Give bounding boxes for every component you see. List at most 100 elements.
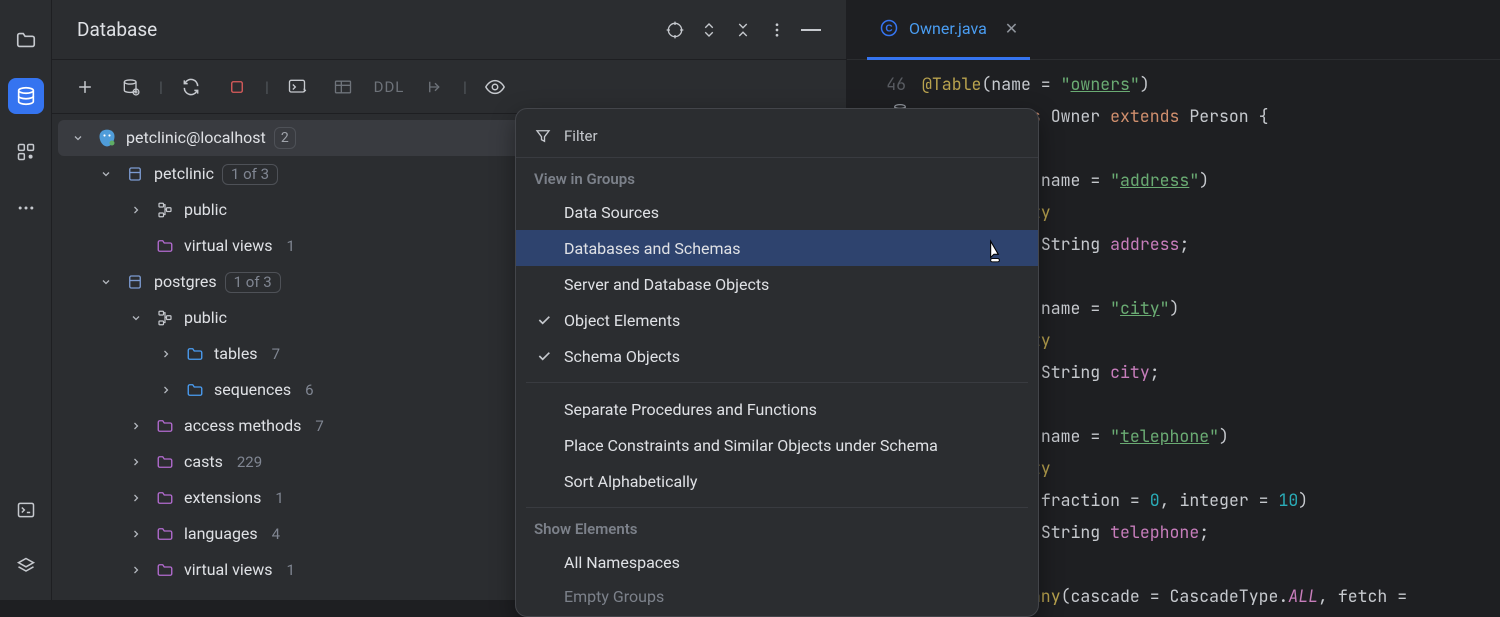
check-icon [534, 348, 554, 364]
popup-item-label: Separate Procedures and Functions [564, 400, 817, 419]
tree-badge: 2 [274, 127, 296, 149]
chevron-right-icon [126, 420, 146, 432]
tree-count: 7 [315, 419, 323, 434]
tree-label: languages [184, 526, 258, 542]
options-icon[interactable] [760, 13, 794, 47]
tree-count: 1 of 3 [222, 164, 278, 185]
database-rail-button[interactable] [8, 78, 44, 114]
editor-tab[interactable]: C Owner.java ✕ [867, 0, 1030, 60]
tree-label: virtual views [184, 562, 272, 578]
tree-label: tables [214, 346, 258, 362]
popup-item-label: Server and Database Objects [564, 275, 769, 294]
expand-collapse-icon[interactable] [692, 13, 726, 47]
folder-icon [184, 381, 206, 399]
popup-item-label: Schema Objects [564, 347, 680, 366]
tree-label: petclinic@localhost [126, 130, 266, 146]
popup-item-all-ns[interactable]: All Namespaces [516, 544, 1038, 580]
popup-item-db-schemas[interactable]: Databases and Schemas [516, 230, 1038, 266]
class-icon: C [879, 18, 899, 38]
popup-item-data-sources[interactable]: Data Sources [516, 194, 1038, 230]
popup-item-server-db[interactable]: Server and Database Objects [516, 266, 1038, 302]
tree-label: public [184, 310, 227, 326]
tree-count: 229 [237, 455, 262, 470]
chevron-right-icon [126, 204, 146, 216]
popup-section-title: View in Groups [516, 158, 1038, 194]
line-number: 46 [847, 68, 906, 100]
tree-label: petclinic [154, 166, 214, 182]
chevron-right-icon [126, 492, 146, 504]
tree-label: access methods [184, 418, 301, 434]
chevron-down-icon [96, 168, 116, 180]
tree-count: 7 [272, 347, 280, 362]
tree-count: 1 [275, 491, 283, 506]
popup-item-label: Empty Groups [564, 587, 664, 606]
collapse-icon[interactable] [726, 13, 760, 47]
more-rail-button[interactable] [8, 190, 44, 226]
view-options-icon[interactable] [472, 67, 518, 107]
datasource-properties-icon[interactable] [108, 67, 154, 107]
navigate-icon[interactable] [412, 67, 458, 107]
popup-item-schema-objects[interactable]: Schema Objects [516, 338, 1038, 374]
svg-text:C: C [885, 23, 892, 34]
popup-item-sep-proc[interactable]: Separate Procedures and Functions [516, 391, 1038, 427]
editor-tab-bar: C Owner.java ✕ [847, 0, 1500, 60]
tab-filename: Owner.java [909, 19, 987, 38]
folder-icon [154, 489, 176, 507]
chevron-down-icon [96, 276, 116, 288]
folder-icon [184, 345, 206, 363]
popup-filter-label: Filter [564, 127, 598, 145]
terminal-rail-button[interactable] [8, 492, 44, 528]
cursor-icon [982, 238, 1008, 264]
database-icon [124, 273, 146, 291]
tree-count: 6 [305, 383, 313, 398]
database-toolbar: | | DDL | [52, 60, 846, 114]
stop-icon[interactable] [214, 67, 260, 107]
target-icon[interactable] [658, 13, 692, 47]
tree-count: 1 of 3 [225, 272, 281, 293]
database-tool-window: Database | | DDL | petclinic@localhost 2 [52, 0, 847, 600]
tree-label: public [184, 202, 227, 218]
jump-to-console-icon[interactable] [274, 67, 320, 107]
refresh-icon[interactable] [168, 67, 214, 107]
folder-icon [154, 453, 176, 471]
tree-count: 4 [272, 527, 280, 542]
project-rail-button[interactable] [8, 22, 44, 58]
folder-icon [154, 561, 176, 579]
minimize-icon[interactable] [794, 13, 828, 47]
services-rail-button[interactable] [8, 548, 44, 584]
view-options-popup: Filter View in Groups Data Sources Datab… [515, 108, 1039, 617]
popup-item-place-constraints[interactable]: Place Constraints and Similar Objects un… [516, 427, 1038, 463]
tree-label: virtual views [184, 238, 272, 254]
close-icon[interactable]: ✕ [1005, 19, 1018, 38]
popup-filter[interactable]: Filter [516, 117, 1038, 158]
tree-label: casts [184, 454, 223, 470]
chevron-right-icon [156, 348, 176, 360]
schema-icon [154, 309, 176, 327]
toolbar-separator: | [154, 67, 168, 107]
toolbar-separator: | [260, 67, 274, 107]
postgres-icon [96, 128, 118, 148]
popup-item-object-elements[interactable]: Object Elements [516, 302, 1038, 338]
new-icon[interactable] [62, 67, 108, 107]
popup-item-label: Sort Alphabetically [564, 472, 698, 491]
popup-divider [526, 382, 1028, 383]
popup-item-sort-alpha[interactable]: Sort Alphabetically [516, 463, 1038, 499]
tree-label: extensions [184, 490, 261, 506]
structure-rail-button[interactable] [8, 134, 44, 170]
popup-item-label: Data Sources [564, 203, 659, 222]
tree-label: sequences [214, 382, 291, 398]
tree-label: postgres [154, 274, 217, 290]
check-icon [534, 312, 554, 328]
ddl-button[interactable]: DDL [366, 67, 412, 107]
popup-item-label: Place Constraints and Similar Objects un… [564, 436, 938, 455]
popup-item-empty-groups[interactable]: Empty Groups [516, 580, 1038, 616]
tree-count: 1 [286, 563, 294, 578]
filter-icon [534, 127, 552, 145]
panel-title: Database [77, 18, 157, 41]
table-icon[interactable] [320, 67, 366, 107]
popup-item-label: Object Elements [564, 311, 680, 330]
folder-icon [154, 525, 176, 543]
chevron-down-icon [68, 132, 88, 144]
toolbar-separator: | [458, 67, 472, 107]
popup-item-label: Databases and Schemas [564, 239, 741, 258]
